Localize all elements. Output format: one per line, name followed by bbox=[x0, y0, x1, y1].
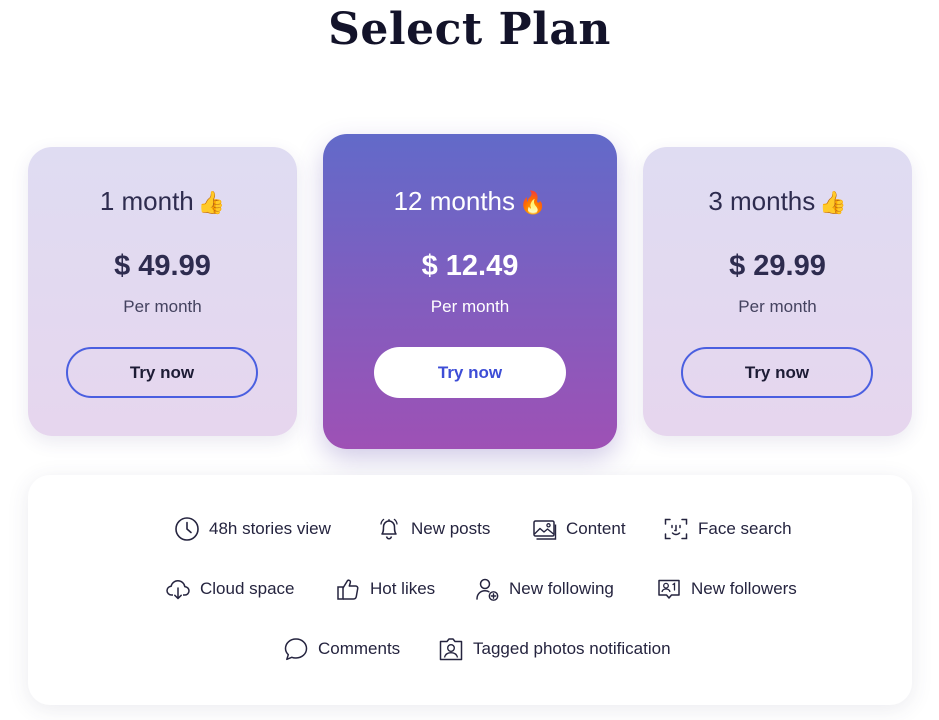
tagged-photo-icon bbox=[439, 638, 463, 661]
plan-name-label: 12 months bbox=[393, 186, 515, 216]
comment-bubble-icon bbox=[284, 638, 308, 661]
feature-item: New following bbox=[473, 575, 614, 603]
cloud-download-icon bbox=[166, 580, 190, 600]
plan-period: Per month bbox=[123, 297, 202, 316]
try-now-button[interactable]: Try now bbox=[681, 347, 873, 398]
feature-label: Hot likes bbox=[370, 579, 436, 598]
thumbs-up-emoji-icon: 👍 bbox=[819, 190, 847, 215]
followers-badge-icon bbox=[658, 579, 680, 599]
feature-item: New posts bbox=[375, 515, 490, 543]
feature-label: New followers bbox=[691, 579, 797, 598]
feature-item: Comments bbox=[282, 635, 400, 663]
bell-icon bbox=[380, 518, 398, 540]
feature-item: Hot likes bbox=[334, 575, 435, 603]
feature-item: Face search bbox=[662, 515, 792, 543]
image-stack-icon bbox=[533, 520, 557, 540]
feature-label: 48h stories view bbox=[209, 519, 331, 538]
plan-price: $ 29.99 bbox=[729, 250, 826, 282]
plan-price: $ 49.99 bbox=[114, 250, 211, 282]
feature-item: Content bbox=[530, 515, 626, 543]
plan-price: $ 12.49 bbox=[421, 250, 519, 282]
feature-label: Content bbox=[566, 519, 626, 538]
clock-icon bbox=[175, 517, 199, 541]
plan-card-3-months[interactable]: 3 months 👍 $ 29.99 Per month Try now bbox=[643, 147, 912, 436]
thumbs-up-icon bbox=[337, 579, 359, 600]
feature-label: Face search bbox=[698, 519, 792, 538]
feature-label: Comments bbox=[318, 639, 401, 658]
feature-item: 48h stories view bbox=[173, 515, 331, 543]
feature-label: New posts bbox=[411, 519, 491, 538]
face-scan-icon bbox=[664, 518, 688, 540]
feature-label: New following bbox=[509, 579, 614, 598]
try-now-button[interactable]: Try now bbox=[66, 347, 258, 398]
feature-label: Tagged photos notification bbox=[473, 639, 671, 658]
plan-period: Per month bbox=[738, 297, 817, 316]
plan-card-12-months[interactable]: 12 months 🔥 $ 12.49 Per month Try now bbox=[323, 134, 617, 449]
page-title: Select Plan bbox=[328, 4, 611, 55]
features-panel: 48h stories view New posts Content Face … bbox=[28, 475, 912, 705]
plan-name: 12 months 🔥 bbox=[323, 186, 617, 217]
try-now-button[interactable]: Try now bbox=[374, 347, 566, 398]
thumbs-up-emoji-icon: 👍 bbox=[197, 190, 226, 215]
plan-name: 3 months 👍 bbox=[643, 186, 912, 217]
plan-name-label: 3 months bbox=[708, 186, 816, 216]
feature-item: Cloud space bbox=[164, 575, 295, 603]
feature-item: New followers bbox=[655, 575, 797, 603]
feature-label: Cloud space bbox=[200, 579, 295, 598]
plan-card-1-month[interactable]: 1 month 👍 $ 49.99 Per month Try now bbox=[28, 147, 297, 436]
fire-emoji-icon: 🔥 bbox=[519, 190, 547, 215]
plan-name-label: 1 month bbox=[99, 186, 194, 216]
plan-name: 1 month 👍 bbox=[28, 186, 297, 217]
plan-period: Per month bbox=[430, 297, 510, 316]
user-add-icon bbox=[476, 578, 499, 601]
feature-item: Tagged photos notification bbox=[437, 635, 671, 663]
